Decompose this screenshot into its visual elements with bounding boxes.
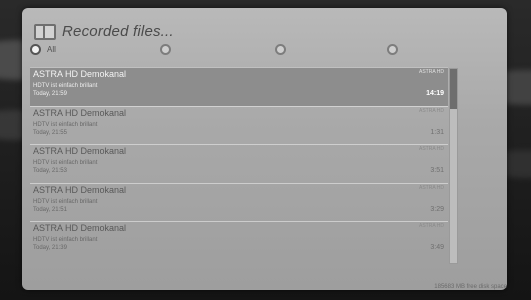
recording-channel: ASTRA HD (418, 184, 444, 191)
recording-date: Today, 21:53 (33, 168, 67, 174)
radio-selected-icon (30, 44, 41, 55)
recording-description: HDTV ist einfach brillant (33, 198, 98, 205)
tv-screen: Recorded files... All ASTRA HD Demokanal… (0, 0, 531, 300)
list-scrollbar[interactable] (449, 68, 458, 264)
filter-bar: All (30, 44, 500, 60)
recording-description: HDTV ist einfach brillant (33, 237, 98, 243)
recording-title: ASTRA HD Demokanal (33, 184, 127, 195)
recording-channel: ASTRA HD (418, 223, 444, 229)
recording-description: HDTV ist einfach brillant (33, 160, 98, 166)
radio-icon (275, 44, 286, 55)
recording-row[interactable]: ASTRA HD Demokanal ASTRA HD HDTV ist ein… (30, 67, 448, 106)
folder-icon (34, 24, 56, 40)
recording-title: ASTRA HD Demokanal (33, 146, 127, 156)
recording-description: HDTV ist einfach brillant (33, 121, 98, 128)
recording-title: ASTRA HD Demokanal (33, 69, 127, 79)
recording-duration: 3:51 (430, 167, 444, 174)
page-title: Recorded files... (62, 22, 174, 40)
recording-description: HDTV ist einfach brillant (33, 83, 98, 89)
radio-icon (387, 44, 398, 55)
title-bar: Recorded files... (34, 20, 174, 42)
recording-row[interactable]: ASTRA HD Demokanal ASTRA HD HDTV ist ein… (30, 221, 448, 260)
radio-icon (160, 44, 171, 55)
recording-date: Today, 21:51 (33, 206, 67, 213)
recording-date: Today, 21:59 (33, 91, 67, 97)
free-space-label: 185683 MB free disk space (434, 284, 507, 290)
recording-channel: ASTRA HD (418, 69, 444, 75)
recording-channel: ASTRA HD (418, 146, 444, 152)
scrollbar-thumb[interactable] (450, 69, 457, 109)
recording-date: Today, 21:39 (33, 245, 67, 251)
recording-duration: 14:19 (426, 90, 444, 97)
recording-row[interactable]: ASTRA HD Demokanal ASTRA HD HDTV ist ein… (30, 105, 448, 145)
recording-duration: 3:29 (430, 205, 444, 213)
filter-label: All (47, 45, 56, 54)
recording-duration: 1:31 (430, 128, 444, 136)
filter-option-2[interactable] (160, 44, 177, 55)
filter-option-3[interactable] (275, 44, 292, 55)
recording-title: ASTRA HD Demokanal (33, 107, 127, 118)
recording-title: ASTRA HD Demokanal (33, 223, 127, 233)
recording-date: Today, 21:55 (33, 129, 67, 136)
recording-duration: 3:49 (430, 244, 444, 251)
filter-option-4[interactable] (387, 44, 404, 55)
filter-all[interactable]: All (30, 44, 56, 55)
recording-channel: ASTRA HD (418, 107, 444, 114)
recording-row[interactable]: ASTRA HD Demokanal ASTRA HD HDTV ist ein… (30, 144, 448, 183)
recording-list: ASTRA HD Demokanal ASTRA HD HDTV ist ein… (30, 67, 448, 262)
recording-row[interactable]: ASTRA HD Demokanal ASTRA HD HDTV ist ein… (30, 182, 448, 222)
